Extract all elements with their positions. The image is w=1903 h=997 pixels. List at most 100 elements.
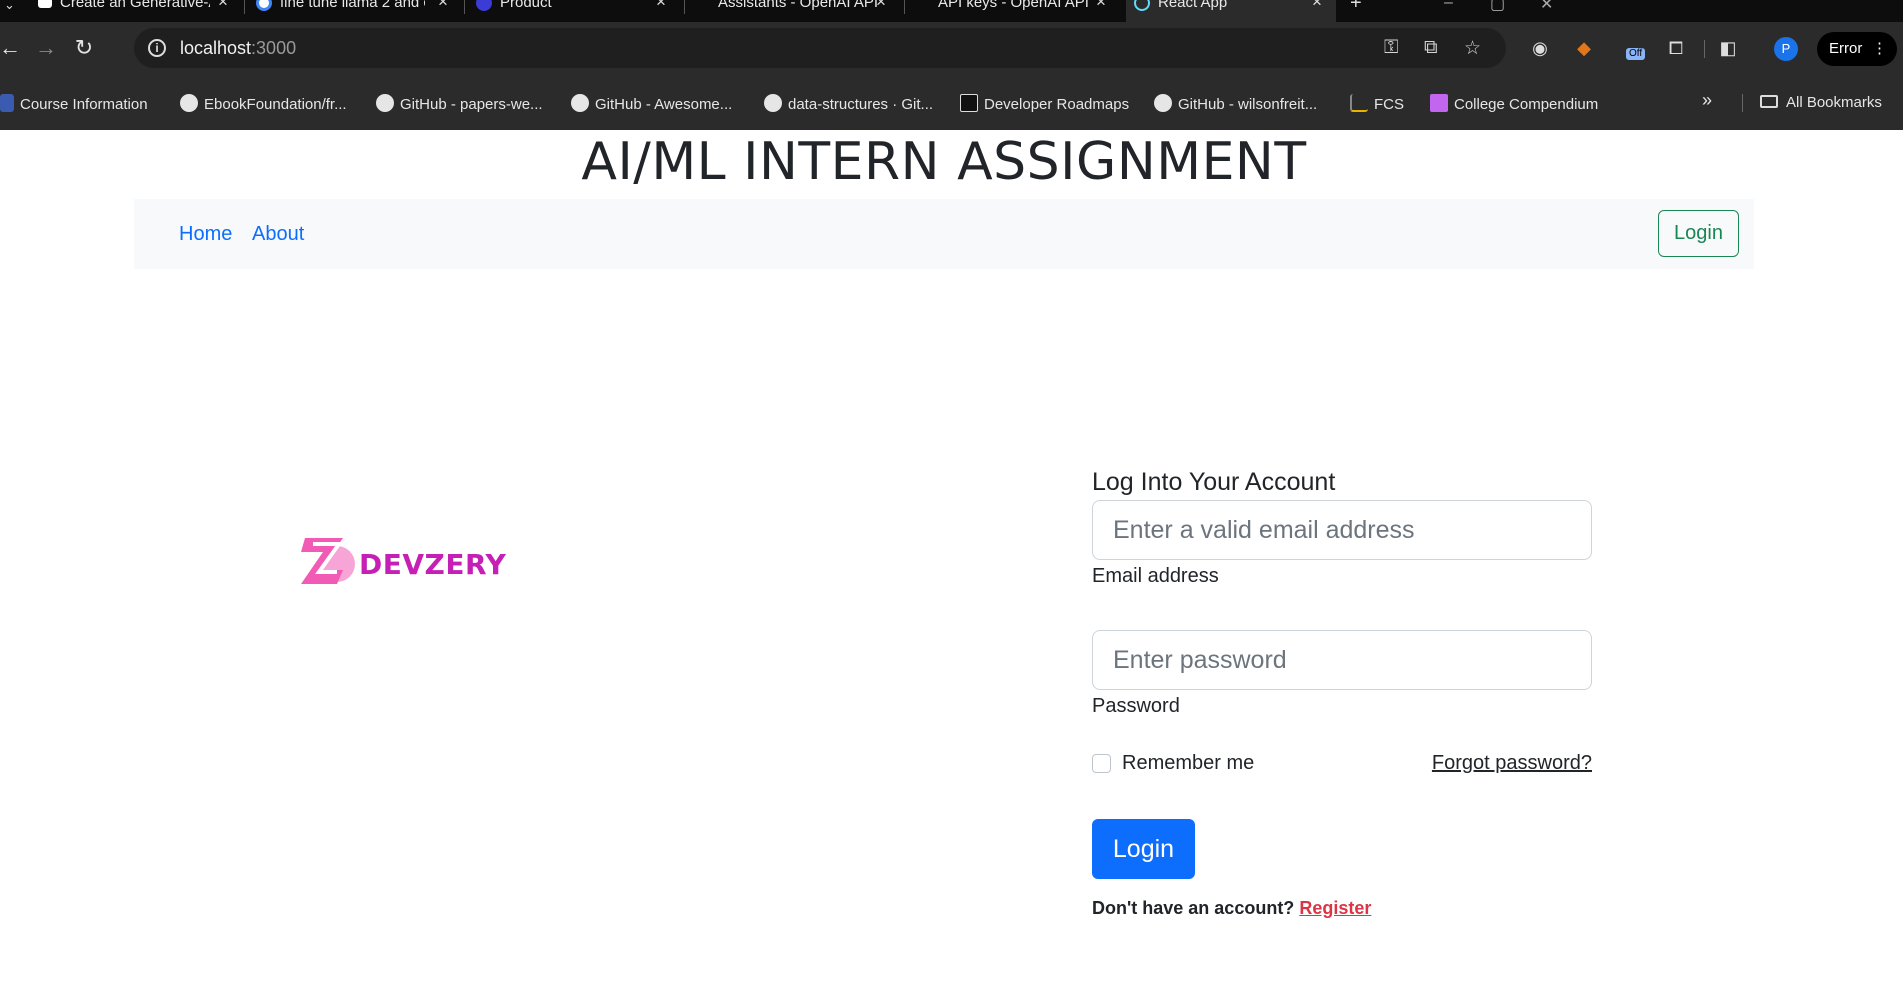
minimize-icon[interactable]: – — [1444, 0, 1453, 12]
tab-separator — [464, 0, 465, 14]
address-bar[interactable]: i localhost:3000 ⚿ ⧉ ☆ — [134, 28, 1506, 68]
site-info-icon[interactable]: i — [148, 39, 166, 57]
maximize-icon[interactable]: ▢ — [1490, 0, 1505, 14]
bookmark-item[interactable]: EbookFoundation/fr... — [180, 94, 347, 113]
tab-4[interactable]: API keys - OpenAI API × — [910, 0, 1120, 22]
close-icon[interactable]: × — [876, 0, 886, 10]
tab-1[interactable]: fine tune llama 2 and chat × — [250, 0, 460, 22]
github-icon — [376, 94, 394, 112]
url-host: localhost — [180, 38, 252, 58]
nav-home-link[interactable]: Home — [179, 223, 232, 246]
tab-separator — [904, 0, 905, 14]
remember-me-label[interactable]: Remember me — [1122, 752, 1254, 775]
all-bookmarks[interactable]: All Bookmarks — [1760, 94, 1882, 111]
bookmark-star-icon[interactable]: ☆ — [1464, 37, 1481, 60]
bookmark-label: GitHub - papers-we... — [400, 96, 543, 113]
new-tab-icon[interactable]: + — [1350, 0, 1362, 15]
tab-5-active[interactable]: React App × — [1126, 0, 1336, 22]
email-input[interactable] — [1092, 500, 1592, 560]
error-button[interactable]: Error ⋮ — [1817, 32, 1897, 66]
forward-icon[interactable]: → — [32, 34, 60, 62]
window-close-icon[interactable]: ✕ — [1540, 0, 1553, 14]
github-icon — [1154, 94, 1172, 112]
back-icon[interactable]: ← — [0, 34, 24, 62]
bookmark-label: GitHub - wilsonfreit... — [1178, 96, 1318, 113]
tab-search-icon[interactable]: ⌄ — [4, 0, 15, 13]
github-icon — [180, 94, 198, 112]
tab-title: Create an Generative-AI ch — [60, 0, 210, 9]
profile-avatar[interactable]: P — [1774, 37, 1798, 61]
close-icon[interactable]: × — [218, 0, 228, 10]
tab-3[interactable]: Assistants - OpenAI API × — [690, 0, 900, 22]
extension-owl-icon[interactable]: ◉ — [1528, 36, 1552, 60]
login-submit-button[interactable]: Login — [1092, 819, 1195, 879]
bookmark-label: data-structures · Git... — [788, 96, 934, 113]
forgot-password-link[interactable]: Forgot password? — [1432, 752, 1592, 775]
tab-0[interactable]: Create an Generative-AI ch × — [30, 0, 240, 22]
nav-login-button[interactable]: Login — [1658, 210, 1739, 257]
metamask-fox-icon[interactable]: ◆ — [1572, 36, 1596, 60]
bookmark-item[interactable]: data-structures · Git... — [764, 94, 933, 113]
roadmap-icon — [960, 94, 978, 112]
reload-icon[interactable]: ↻ — [70, 34, 98, 62]
tab-title: API keys - OpenAI API — [938, 0, 1089, 11]
tab-strip: ⌄ Create an Generative-AI ch × fine tune… — [0, 0, 1903, 22]
tab-title: fine tune llama 2 and chat — [280, 0, 425, 9]
register-link[interactable]: Register — [1299, 898, 1371, 918]
install-app-icon[interactable]: ⧉ — [1424, 37, 1438, 59]
tab-separator — [244, 0, 245, 14]
register-prompt-text: Don't have an account? — [1092, 898, 1295, 918]
fcs-icon — [1350, 94, 1368, 112]
key-icon[interactable]: ⚿ — [1384, 37, 1398, 59]
bookmark-item[interactable]: Course Information — [0, 94, 148, 113]
tab-2[interactable]: Product × — [470, 0, 680, 22]
more-bookmarks-icon[interactable]: » — [1702, 90, 1712, 111]
close-icon[interactable]: × — [1096, 0, 1106, 10]
bookmarks-divider — [1742, 94, 1743, 112]
logo-text: DEVZERY — [359, 548, 507, 581]
google-icon — [256, 0, 272, 11]
close-icon[interactable]: × — [438, 0, 448, 10]
form-heading: Log Into Your Account — [1092, 468, 1336, 496]
nav-about-link[interactable]: About — [252, 223, 304, 246]
browser-toolbar: ← → ↻ i localhost:3000 ⚿ ⧉ ☆ ◉ ◆ Off ⧠ ◧… — [0, 22, 1903, 74]
password-input[interactable] — [1092, 630, 1592, 690]
extensions-puzzle-icon[interactable]: ⧠ — [1664, 36, 1688, 60]
more-menu-icon[interactable]: ⋮ — [1872, 32, 1887, 66]
ext-off-badge: Off — [1626, 48, 1646, 60]
remember-me-checkbox[interactable] — [1092, 754, 1111, 773]
bookmark-label: FCS — [1374, 96, 1404, 113]
side-panel-icon[interactable]: ◧ — [1716, 36, 1740, 60]
logo-mark-icon — [301, 538, 355, 584]
bookmark-item[interactable]: College Compendium — [1430, 94, 1598, 113]
course-icon — [0, 94, 14, 112]
navbar: Home About Login — [134, 199, 1754, 269]
github-icon — [764, 94, 782, 112]
url-port: :3000 — [251, 38, 297, 58]
bookmark-item[interactable]: GitHub - papers-we... — [376, 94, 543, 113]
close-icon[interactable]: × — [656, 0, 666, 10]
folder-icon — [1760, 95, 1778, 108]
bookmark-item[interactable]: FCS — [1350, 94, 1404, 113]
toolbar-divider — [1704, 40, 1705, 58]
bookmark-label: EbookFoundation/fr... — [204, 96, 347, 113]
url-text[interactable]: localhost:3000 — [180, 38, 296, 59]
tab-title: Product — [500, 0, 552, 11]
tab-title: Assistants - OpenAI API — [718, 0, 879, 11]
all-bookmarks-label: All Bookmarks — [1786, 94, 1882, 111]
bookmark-item[interactable]: GitHub - wilsonfreit... — [1154, 94, 1317, 113]
email-label: Email address — [1092, 565, 1219, 587]
extension-off-icon[interactable]: Off — [1622, 36, 1646, 60]
register-prompt: Don't have an account? Register — [1092, 898, 1371, 919]
password-label: Password — [1092, 695, 1180, 717]
compendium-icon — [1430, 94, 1448, 112]
devzery-logo: DEVZERY — [299, 534, 506, 590]
page-title: AI/ML INTERN ASSIGNMENT — [581, 132, 1307, 192]
bookmarks-bar: Course Information EbookFoundation/fr...… — [0, 74, 1903, 130]
close-icon[interactable]: × — [1312, 0, 1322, 10]
bookmark-item[interactable]: GitHub - Awesome... — [571, 94, 732, 113]
bookmark-label: Course Information — [20, 96, 148, 113]
bookmark-item[interactable]: Developer Roadmaps — [960, 94, 1129, 113]
github-icon — [571, 94, 589, 112]
product-icon — [476, 0, 492, 11]
